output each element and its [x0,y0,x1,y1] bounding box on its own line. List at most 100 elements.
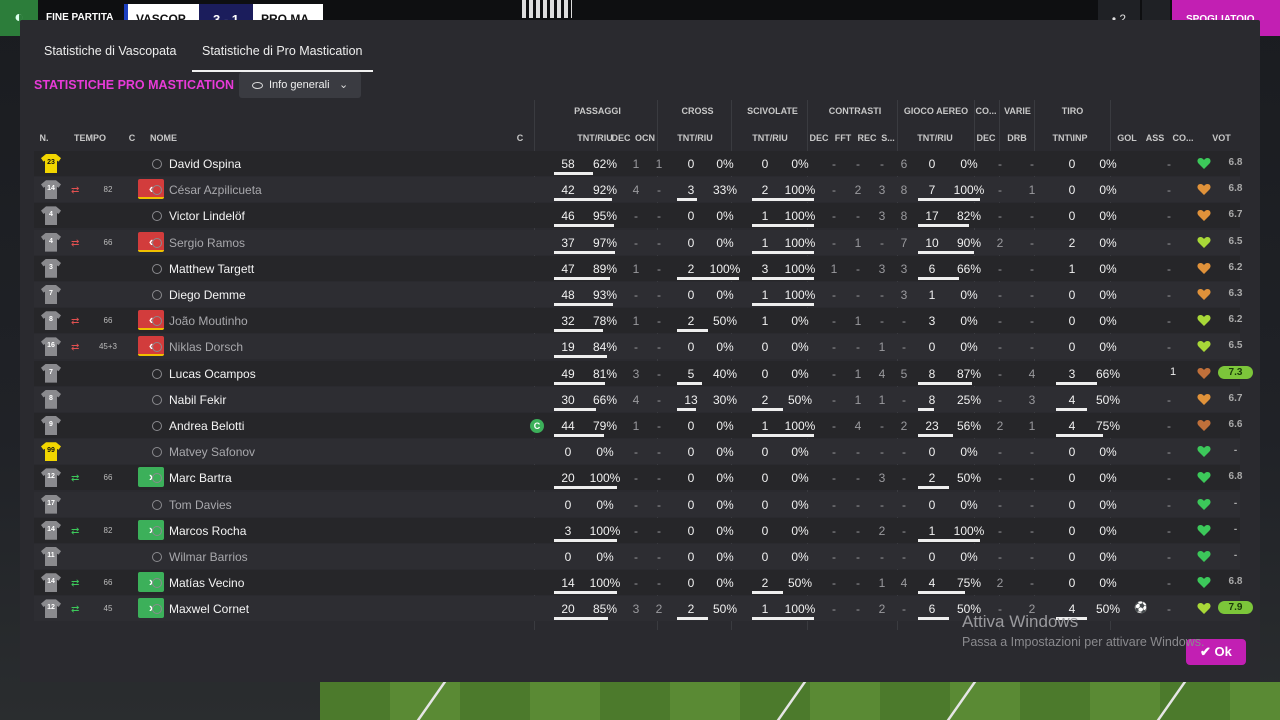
column-header-tiro[interactable]: TNT\INP [1040,133,1100,143]
column-header-fft[interactable]: FFT [831,133,855,143]
player-name[interactable]: Sergio Ramos [169,236,245,250]
player-profile-icon[interactable] [152,263,162,274]
player-profile-icon[interactable] [152,237,162,248]
dribbles: - [1030,471,1034,486]
player-name[interactable]: César Azpilicueta [169,183,262,197]
assists: - [1167,340,1171,355]
player-name[interactable]: Wilmar Barrios [169,550,248,564]
player-name[interactable]: Matthew Targett [169,262,254,276]
player-profile-icon[interactable] [152,394,162,405]
column-header-cc[interactable]: C [514,133,526,143]
passes-attempted: 42 [561,183,575,198]
player-name[interactable]: David Ospina [169,157,241,171]
column-header-gol[interactable]: GOL [1114,133,1140,143]
player-profile-icon[interactable] [152,552,162,562]
table-row[interactable]: 17 Tom Davies 0 0% - - 0 0% 0 0% - - - - 0 0% - - 0 0% - - [34,491,1240,517]
table-row[interactable]: 23 David Ospina 58 62% 1 1 0 0% 0 0% - - - 6 0 0% - - 0 0% -… [34,151,1242,176]
column-header-nome[interactable]: NOME [150,133,190,143]
shots-on-target-pct: 0% [1099,288,1117,302]
column-header-vot[interactable]: VOT [1204,133,1239,143]
tackles-bar [752,591,783,595]
key-headers: - [998,209,1002,224]
player-profile-icon[interactable] [152,499,162,510]
player-profile-icon[interactable] [152,290,162,300]
player-name[interactable]: Victor Lindelöf [169,209,245,223]
player-name[interactable]: Marcos Rocha [169,524,246,538]
column-header-tempo[interactable]: TEMPO [72,133,108,143]
player-name[interactable]: Tom Davies [169,498,232,512]
player-name[interactable]: Andrea Belotti [169,419,244,433]
table-row[interactable]: 4 ⇄ 66 ‹ Sergio Ramos 37 97% - -0 0% 1 100% -1-7 10 90… [34,229,1242,255]
chances-created: - [657,340,661,355]
table-row[interactable]: 3 Matthew Targett 47 89% 1-2 100% 3 100% 1-3 3 6 66… [34,255,1242,281]
column-header-s[interactable]: S... [878,133,898,143]
table-row[interactable]: 11 Wilmar Barrios 0 0% - - 0 0% 0 0% - - - - 0 0% - - 0 0% -… [34,544,1240,569]
table-row[interactable]: 8 ⇄ 66 ‹ João Moutinho 32 78% 1-2 50% 1 0% -1- -3 0% -… [34,308,1242,334]
player-name[interactable]: Matías Vecino [169,576,244,590]
player-profile-icon[interactable] [152,421,162,431]
player-name[interactable]: Niklas Dorsch [169,340,243,354]
player-rating: 6.8 [1228,576,1243,588]
shirt-number-icon: 8 [41,389,61,409]
key-headers: - [998,314,1002,329]
crosses-bar [677,617,708,621]
tackles-bar [752,250,814,254]
column-header-pdec[interactable]: DEC [609,133,633,143]
column-header-ass[interactable]: ASS [1142,133,1168,143]
column-header-rec[interactable]: REC [855,133,879,143]
player-name[interactable]: Marc Bartra [169,471,232,485]
column-header-n[interactable]: N. [34,133,54,143]
passes-completed-pct: 93% [592,288,618,302]
column-header-c[interactable]: C [126,133,138,143]
passes-decisive: - [634,288,638,302]
table-row[interactable]: 99 Matvey Safonov 0 0% - - 0 0% 0 0% - - - - 0 0% - - 0 0% -… [34,439,1240,465]
player-name[interactable]: João Moutinho [169,314,248,328]
table-row[interactable]: 4 Victor Lindelöf 46 95% - - 0 0% 1 100% - - 3 8 17 82%… [34,203,1242,229]
tackles-bar [752,434,814,437]
column-header-cdec[interactable]: DEC [807,133,831,143]
table-row[interactable]: 8 Nabil Fekir 30 66% 4 - 13 30% 2 50% - 1 1 - 8 25% - 3 4 5… [34,386,1242,412]
player-profile-icon[interactable] [152,211,162,222]
blocks: 3 [900,288,908,302]
table-row[interactable]: 7 Diego Demme 48 93% - - 0 0% 1 100% - - - 3 1 0% - - 0 0% -… [34,282,1242,307]
player-profile-icon[interactable] [152,525,162,536]
passes-bar [554,276,610,280]
column-header-scivolate[interactable]: TNT/RIU [740,133,800,143]
table-row[interactable]: 16 ⇄ 45+3 ‹ Niklas Dorsch 19 84% - -0 0% 0 0% - -1-0 0… [34,334,1242,360]
player-profile-icon[interactable] [152,159,162,169]
column-header-ocn[interactable]: OCN [633,133,657,143]
table-row[interactable]: 9 Andrea Belotti C 44 79% 1 - 0 0% 1 100% - 4 - 2 23 56%… [34,413,1242,438]
player-name[interactable]: Lucas Ocampos [169,367,256,381]
table-row[interactable]: 14 ⇄ 66 › Matías Vecino 14 100% - -0 0% 2 50% - -1 4 4 7… [34,570,1242,596]
column-header-aereo[interactable]: TNT/RIU [905,133,965,143]
chances-created: - [657,392,661,407]
assists: - [1167,314,1171,329]
assists: - [1167,157,1171,171]
passes-decisive: 4 [632,392,640,407]
player-rating: 6.8 [1228,183,1243,195]
headers-bar [918,617,949,621]
column-header-codec[interactable]: DEC [975,133,997,143]
column-header-drb[interactable]: DRB [1005,133,1029,143]
passes-completed-pct: 84% [592,340,618,355]
tab-home-stats[interactable]: Statistiche di Vascopata [34,44,186,72]
table-row[interactable]: 14 ⇄ 82 ‹ César Azpilicueta 42 92% 4-3 33% 2 100% -… [34,177,1242,203]
player-name[interactable]: Nabil Fekir [169,393,226,407]
table-row[interactable]: 14 ⇄ 82 › Marcos Rocha 3 100% - -0 0% 0 0% - -2-1 100%… [34,517,1240,543]
player-profile-icon[interactable] [152,447,162,458]
view-dropdown[interactable]: Info generali ⌄ [239,72,361,98]
tackles-attempted: 0 [761,157,769,171]
player-name[interactable]: Maxwel Cornet [169,602,249,616]
column-header-cond[interactable]: CO... [1168,133,1198,143]
crosses-attempted: 0 [687,497,695,512]
condition-heart-icon [1197,446,1211,458]
key-headers: - [998,340,1002,355]
tab-away-stats[interactable]: Statistiche di Pro Mastication [192,44,373,72]
player-profile-icon[interactable] [152,368,162,379]
column-header-cross[interactable]: TNT/RIU [665,133,725,143]
table-row[interactable]: 12 ⇄ 66 › Marc Bartra 20 100% - -0 0% 0 0% - -3-2 50% -… [34,465,1242,491]
shots: 2 [1068,235,1076,250]
player-name[interactable]: Matvey Safonov [169,445,255,459]
player-name[interactable]: Diego Demme [169,288,246,302]
table-row[interactable]: 7 Lucas Ocampos 49 81% 3-5 40% 0 0% -1 4 5 8 87% -4 3 6… [34,360,1253,386]
